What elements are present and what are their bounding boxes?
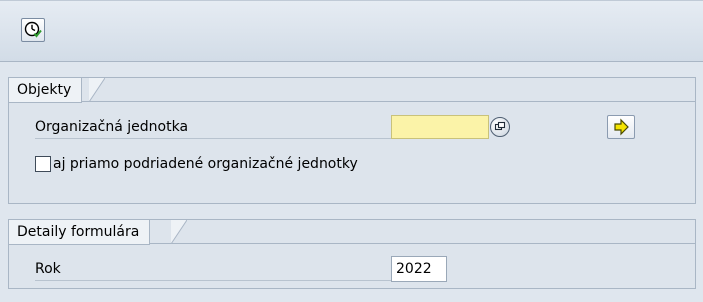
org-unit-label: Organizačná jednotka xyxy=(35,119,189,135)
arrow-right-icon xyxy=(614,118,629,136)
value-help-icon xyxy=(494,121,506,131)
value-help-button[interactable] xyxy=(490,117,510,137)
org-unit-row: Organizačná jednotka xyxy=(9,115,695,139)
action-button[interactable] xyxy=(607,115,635,139)
objects-group-header: Objekty xyxy=(9,78,695,103)
year-label: Rok xyxy=(35,261,61,277)
objects-group: Objekty Organizačná jednotka aj priamo p… xyxy=(8,77,696,204)
group-title-line xyxy=(9,101,695,102)
label-underline xyxy=(35,138,391,139)
subordinate-units-label: aj priamo podriadené organizačné jednotk… xyxy=(53,156,358,172)
group-title-tab-edge xyxy=(171,220,187,244)
clock-execute-icon xyxy=(24,21,42,38)
subordinate-units-row: aj priamo podriadené organizačné jednotk… xyxy=(9,152,695,176)
application-toolbar xyxy=(0,0,703,62)
subordinate-units-checkbox[interactable] xyxy=(35,156,51,172)
form-details-group: Detaily formulára Rok 2022 xyxy=(8,219,696,289)
execute-button[interactable] xyxy=(21,18,45,42)
form-details-group-header: Detaily formulára xyxy=(9,220,695,245)
objects-group-title: Objekty xyxy=(9,78,83,103)
label-underline xyxy=(35,280,391,281)
form-details-group-title: Detaily formulára xyxy=(9,220,151,245)
org-unit-input[interactable] xyxy=(391,115,489,139)
year-row: Rok 2022 xyxy=(9,256,695,282)
year-input[interactable]: 2022 xyxy=(391,256,447,282)
group-title-tab-edge xyxy=(89,78,105,102)
